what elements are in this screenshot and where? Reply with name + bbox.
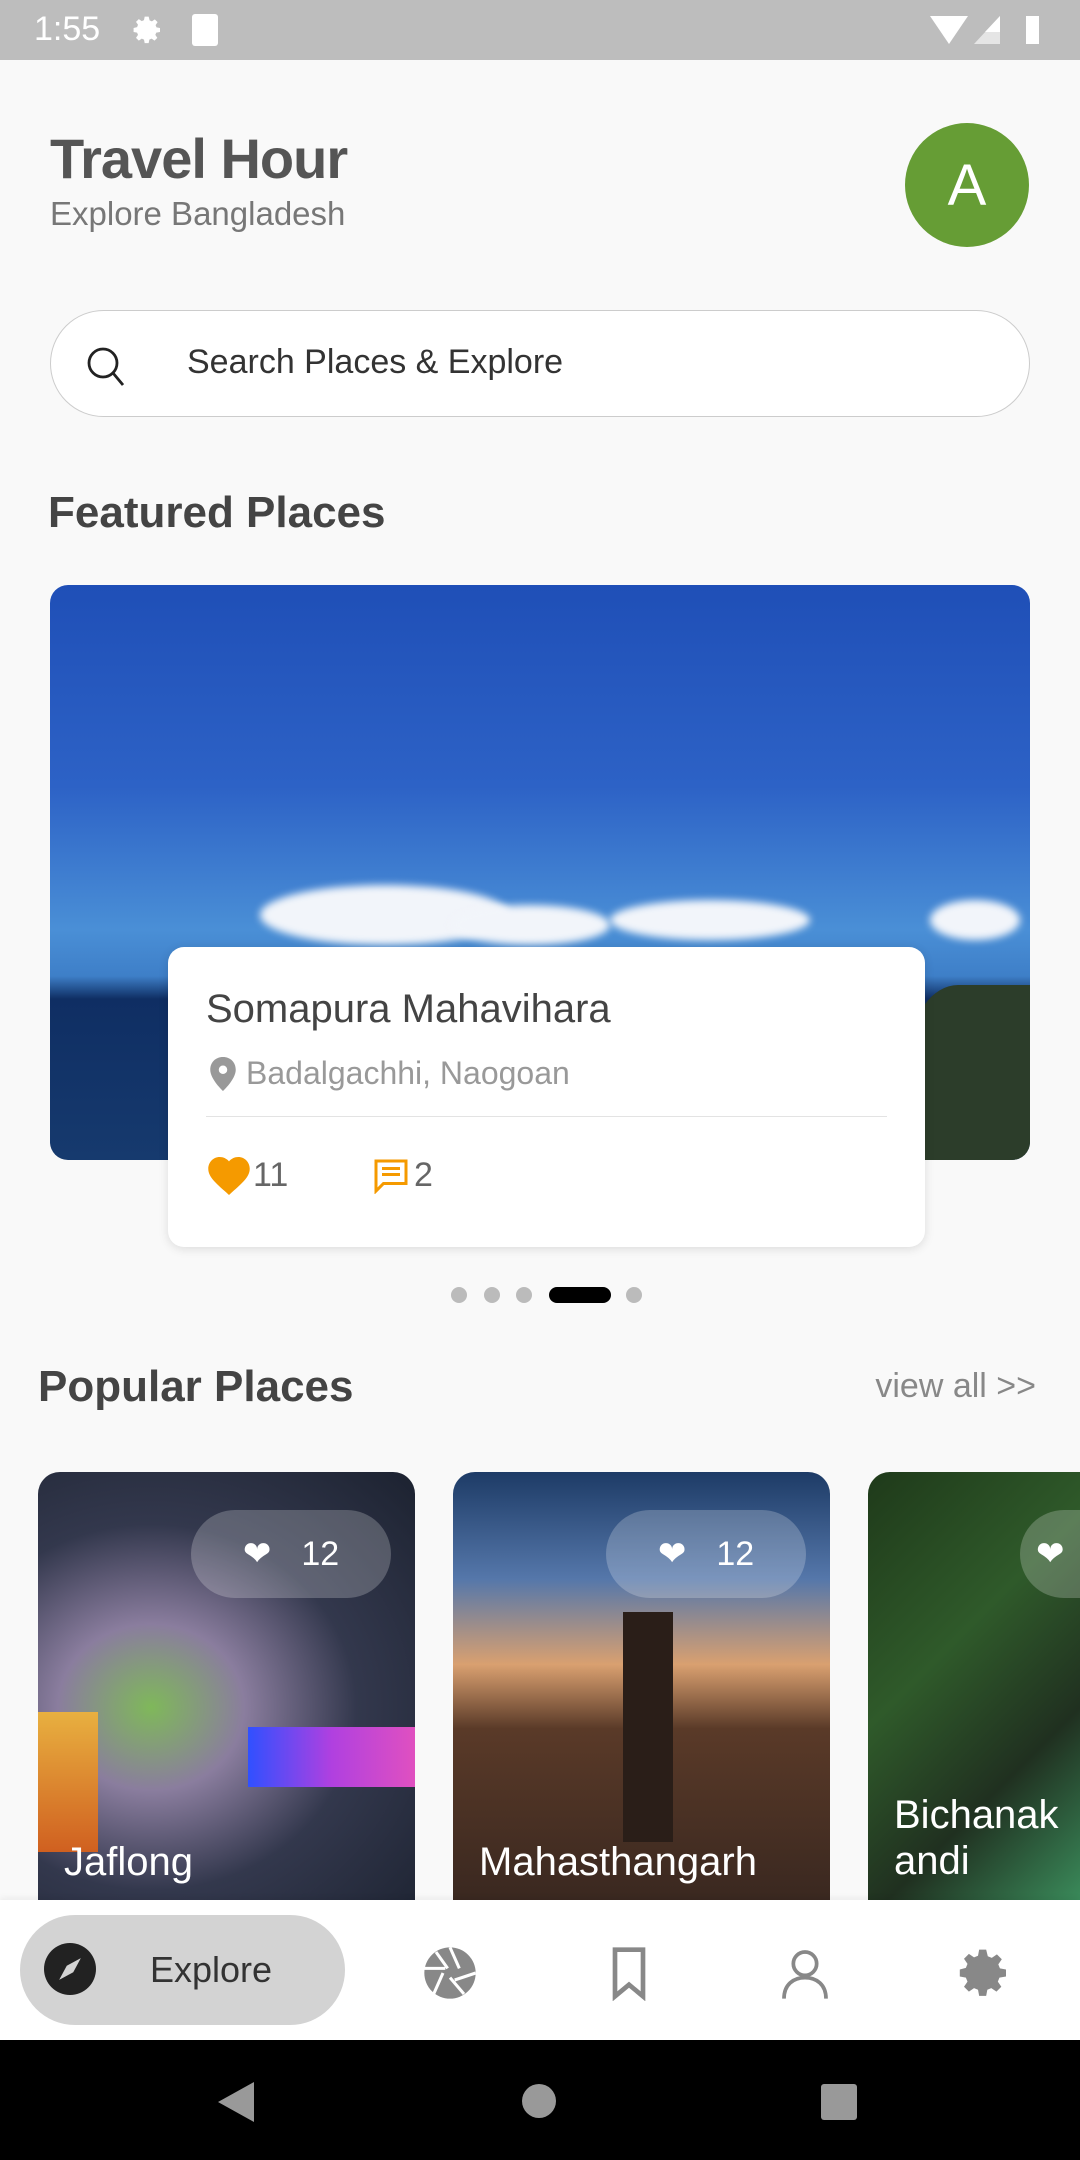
status-time: 1:55	[34, 10, 101, 48]
signal-wifi-battery-icons	[930, 16, 1039, 44]
divider	[206, 1116, 887, 1117]
carousel-dot[interactable]	[484, 1287, 500, 1303]
featured-title: Featured Places	[48, 488, 386, 537]
place-name: Mahasthangarh	[479, 1840, 757, 1884]
heart-icon: ❤	[1036, 1535, 1065, 1573]
heart-icon: ❤	[657, 1535, 687, 1573]
carousel-dot[interactable]	[516, 1287, 532, 1303]
location-pin-icon	[210, 1057, 236, 1091]
place-name: Somapura Mahavihara	[206, 987, 611, 1031]
profile-icon[interactable]	[777, 1945, 833, 2001]
like-pill[interactable]: ❤ 12	[191, 1510, 391, 1598]
settings-status-icon	[133, 16, 160, 44]
heart-icon[interactable]	[208, 1157, 250, 1195]
carousel-dot-active[interactable]	[549, 1287, 611, 1303]
bottom-nav: Explore	[0, 1900, 1080, 2040]
app-subtitle: Explore Bangladesh	[50, 195, 346, 232]
heart-icon: ❤	[242, 1535, 272, 1573]
system-nav-bar	[0, 2040, 1080, 2160]
likes-count: 11	[253, 1156, 289, 1194]
settings-icon[interactable]	[957, 1945, 1013, 2001]
app-title: Travel Hour	[50, 127, 348, 190]
sd-card-icon	[192, 14, 218, 46]
comments-count: 2	[414, 1156, 433, 1194]
nav-explore[interactable]: Explore	[20, 1915, 345, 2025]
comment-icon[interactable]	[372, 1158, 410, 1194]
carousel-dot[interactable]	[451, 1287, 467, 1303]
nav-explore-label: Explore	[150, 1949, 273, 1990]
status-bar: 1:55	[0, 0, 1080, 60]
home-icon[interactable]	[522, 2084, 556, 2118]
like-pill[interactable]: ❤	[1020, 1510, 1080, 1598]
recents-icon[interactable]	[821, 2084, 857, 2120]
featured-place-card[interactable]: Somapura Mahavihara Badalgachhi, Naogoan…	[168, 947, 925, 1247]
aperture-icon[interactable]	[422, 1945, 478, 2001]
place-name: Bichanakandi	[894, 1793, 1059, 1883]
compass-icon	[44, 1943, 96, 1995]
place-name: Jaflong	[64, 1840, 193, 1884]
search-input[interactable]: Search Places & Explore	[50, 310, 1030, 417]
like-pill[interactable]: ❤ 12	[606, 1510, 806, 1598]
bookmark-icon[interactable]	[601, 1945, 657, 2001]
likes-count: 12	[716, 1534, 755, 1573]
back-icon[interactable]	[218, 2082, 254, 2122]
carousel-dot[interactable]	[626, 1287, 642, 1303]
popular-place-card[interactable]: ❤ 12 Jaflong	[38, 1472, 415, 1900]
popular-title: Popular Places	[38, 1362, 354, 1411]
popular-place-card[interactable]: ❤ Bichanakandi	[868, 1472, 1080, 1900]
likes-count: 12	[301, 1534, 340, 1573]
popular-place-card[interactable]: ❤ 12 Mahasthangarh	[453, 1472, 830, 1900]
search-placeholder: Search Places & Explore	[187, 343, 564, 381]
view-all-link[interactable]: view all >>	[875, 1367, 1036, 1406]
place-location: Badalgachhi, Naogoan	[246, 1055, 570, 1091]
avatar[interactable]: A	[905, 123, 1029, 247]
search-icon	[87, 347, 125, 386]
